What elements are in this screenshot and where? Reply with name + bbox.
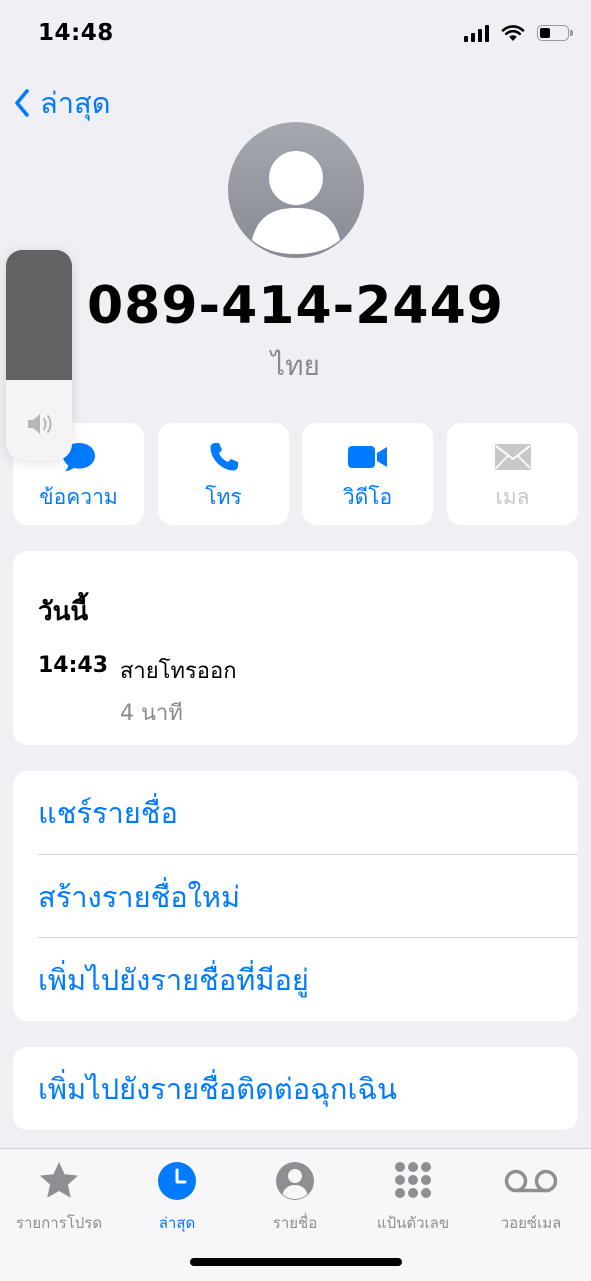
share-contact-button[interactable]: แชร์รายชื่อ (38, 771, 578, 854)
star-icon (40, 1162, 78, 1198)
contact-options-card: แชร์รายชื่อ สร้างรายชื่อใหม่ เพิ่มไปยังร… (13, 771, 578, 1021)
cellular-signal-icon (464, 24, 489, 42)
status-bar: 14:48 (0, 0, 591, 70)
battery-icon (537, 25, 573, 41)
speaker-icon (28, 414, 52, 434)
call-button[interactable]: โทร (158, 423, 289, 525)
tab-recents[interactable]: ล่าสุด (118, 1157, 236, 1235)
mail-icon (494, 444, 531, 470)
tab-contacts[interactable]: รายชื่อ (236, 1157, 354, 1235)
recent-calls-card: วันนี้ 14:43 สายโทรออก 4 นาที (13, 551, 578, 745)
recents-date-heading: วันนี้ (38, 597, 89, 627)
back-button-label: ล่าสุด (40, 86, 111, 120)
video-button-label: วิดีโอ (342, 485, 393, 509)
contact-avatar (228, 122, 364, 258)
call-time: 14:43 (38, 653, 109, 678)
tab-keypad[interactable]: แป้นตัวเลข (354, 1157, 472, 1235)
tab-voicemail[interactable]: วอยซ์เมล (472, 1157, 590, 1235)
call-type: สายโทรออก (120, 659, 237, 684)
add-to-existing-contact-button[interactable]: เพิ่มไปยังรายชื่อที่มีอยู่ (38, 938, 578, 1021)
add-emergency-contact-button[interactable]: เพิ่มไปยังรายชื่อติดต่อฉุกเฉิน (38, 1047, 578, 1130)
mail-button[interactable]: เมล (447, 423, 578, 525)
action-buttons: ข้อความ โทร วิดีโอ เมล (13, 423, 578, 525)
voicemail-icon (504, 1169, 558, 1193)
tab-contacts-label: รายชื่อ (272, 1214, 318, 1232)
chevron-left-icon (15, 89, 29, 117)
emergency-card: เพิ่มไปยังรายชื่อติดต่อฉุกเฉิน (13, 1047, 578, 1130)
tab-keypad-label: แป้นตัวเลข (376, 1214, 450, 1232)
message-button-label: ข้อความ (39, 485, 118, 509)
tab-favorites-label: รายการโปรด (15, 1214, 103, 1232)
tab-recents-label: ล่าสุด (158, 1214, 196, 1232)
wifi-icon (501, 25, 525, 41)
person-silhouette-icon (228, 122, 364, 258)
video-button[interactable]: วิดีโอ (302, 423, 433, 525)
create-new-contact-button[interactable]: สร้างรายชื่อใหม่ (38, 855, 578, 938)
video-camera-icon (347, 446, 387, 468)
tab-voicemail-label: วอยซ์เมล (500, 1214, 562, 1232)
mail-button-label: เมล (495, 485, 530, 509)
call-button-label: โทร (205, 485, 242, 509)
home-indicator[interactable] (190, 1258, 402, 1266)
status-icons (464, 24, 573, 42)
number-label: ไทย (271, 349, 320, 382)
status-time: 14:48 (38, 20, 114, 46)
keypad-icon (395, 1162, 431, 1198)
person-circle-icon (276, 1162, 314, 1200)
back-button[interactable]: ล่าสุด (14, 80, 111, 126)
tab-favorites[interactable]: รายการโปรด (0, 1157, 118, 1235)
phone-icon (210, 443, 238, 471)
call-duration: 4 นาที (120, 701, 183, 726)
clock-icon (158, 1162, 196, 1200)
volume-level (6, 250, 72, 380)
contact-number: 089-414-2449 (87, 276, 504, 336)
volume-hud (6, 250, 72, 460)
